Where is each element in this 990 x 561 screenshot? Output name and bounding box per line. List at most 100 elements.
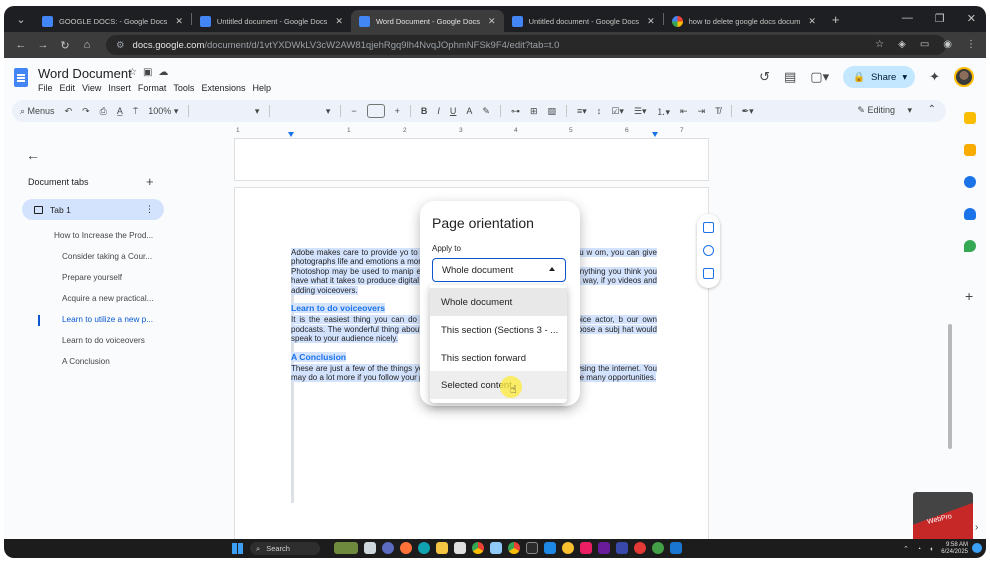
maps-icon[interactable] [964, 240, 976, 252]
menu-view[interactable]: View [82, 83, 101, 93]
restore-icon[interactable]: ❐ [935, 12, 945, 25]
increase-indent-icon[interactable]: ⇥ [698, 106, 706, 117]
font-size-input[interactable] [366, 104, 385, 118]
firefox-icon[interactable] [400, 542, 412, 554]
bold-icon[interactable]: B [421, 106, 428, 116]
outline-item[interactable]: Acquire a new practical... [62, 294, 153, 303]
outline-item[interactable]: Learn to utilize a new p... [62, 315, 153, 324]
emoji-app-icon[interactable] [562, 542, 574, 554]
outline-item[interactable]: How to Increase the Prod... [54, 231, 153, 240]
horizontal-ruler[interactable]: 1 1 2 3 4 5 6 7 [234, 127, 709, 139]
emoji-reaction-icon[interactable] [703, 245, 714, 256]
file-explorer-icon[interactable] [436, 542, 448, 554]
menu-extensions[interactable]: Extensions [201, 83, 245, 93]
undo-icon[interactable]: ↶ [65, 106, 73, 117]
paint-format-icon[interactable]: ⍑ [133, 106, 138, 117]
forward-icon[interactable]: → [34, 39, 52, 51]
contacts-icon[interactable] [964, 208, 976, 220]
keep-icon[interactable] [964, 144, 976, 156]
decrease-font-icon[interactable]: − [351, 106, 356, 116]
menu-format[interactable]: Format [138, 83, 167, 93]
increase-font-icon[interactable]: + [395, 106, 400, 116]
highlight-icon[interactable]: ✎ [482, 106, 490, 117]
checklist-icon[interactable]: ☑▾ [611, 106, 624, 117]
back-icon[interactable]: ← [12, 39, 30, 51]
underline-icon[interactable]: U [450, 106, 457, 116]
insert-image-icon[interactable]: ▨ [548, 106, 557, 117]
option-whole-document[interactable]: Whole document [430, 288, 567, 316]
add-comment-float-icon[interactable] [703, 222, 714, 233]
chrome-alt-icon[interactable] [508, 542, 520, 554]
menu-insert[interactable]: Insert [108, 83, 131, 93]
browser-tab-2[interactable]: Untitled document - Google Docs ✕ [192, 10, 351, 32]
start-button-icon[interactable] [232, 543, 243, 554]
add-addon-icon[interactable]: + [965, 288, 973, 304]
chrome-icon[interactable] [472, 542, 484, 554]
text-color-icon[interactable]: A [466, 106, 472, 116]
apply-to-select[interactable]: Whole document [432, 258, 566, 282]
photos-icon[interactable] [580, 542, 592, 554]
share-button[interactable]: 🔒 Share ▾ [843, 66, 916, 88]
add-comment-icon[interactable]: ⊞ [530, 106, 538, 117]
menu-kebab-icon[interactable]: ⋮ [966, 39, 976, 50]
bulleted-list-icon[interactable]: ☰▾ [634, 106, 647, 117]
option-this-section[interactable]: This section (Sections 3 - ... [430, 316, 567, 344]
new-tab-button[interactable]: + [832, 12, 840, 27]
edge-icon[interactable] [418, 542, 430, 554]
home-icon[interactable]: ⌂ [78, 39, 96, 51]
tab-options-icon[interactable]: ⋮ [145, 204, 154, 215]
tab-search-icon[interactable]: ⌄ [12, 13, 30, 26]
sidepanel-icon[interactable]: ▭ [920, 39, 929, 50]
search-menus[interactable]: ⌕ Menus [20, 106, 55, 117]
gemini-icon[interactable]: ✦ [929, 69, 940, 85]
close-tab-icon[interactable]: ✕ [335, 16, 343, 27]
wifi-icon[interactable]: ◔ [917, 546, 921, 553]
chevron-right-icon[interactable]: › [975, 522, 978, 533]
volume-icon[interactable]: ◖ [929, 546, 933, 553]
whatsapp-icon[interactable] [652, 542, 664, 554]
line-spacing-icon[interactable]: ↕ [597, 106, 602, 116]
move-folder-icon[interactable]: ▣ [143, 67, 158, 78]
font-select[interactable]: ▾ [280, 106, 331, 117]
close-tab-icon[interactable]: ✕ [808, 16, 816, 27]
star-icon[interactable]: ☆ [128, 67, 143, 78]
profile-icon[interactable]: ◉ [943, 39, 952, 50]
collapse-toolbar-icon[interactable]: ⌃ [928, 104, 936, 115]
editing-mode-select[interactable]: ✎ Editing ▾ [857, 105, 912, 116]
close-tab-icon[interactable]: ✕ [488, 16, 496, 27]
numbered-list-icon[interactable]: ⒈▾ [656, 105, 670, 118]
todo-icon[interactable] [616, 542, 628, 554]
reload-icon[interactable]: ↻ [56, 39, 74, 52]
option-this-section-forward[interactable]: This section forward [430, 344, 567, 372]
print-icon[interactable]: ⎙ [100, 106, 107, 117]
notepad-icon[interactable] [490, 542, 502, 554]
widgets-icon[interactable] [334, 542, 358, 554]
docs-logo-icon[interactable] [14, 68, 28, 87]
version-history-icon[interactable]: ↺ [759, 69, 770, 85]
browser-tab-5[interactable]: how to delete google docs docum ✕ [664, 10, 824, 32]
italic-icon[interactable]: I [437, 106, 440, 116]
tasks-icon[interactable] [964, 176, 976, 188]
close-tab-icon[interactable]: ✕ [647, 16, 655, 27]
browser-tab-4[interactable]: Untitled document - Google Docs ✕ [504, 10, 663, 32]
document-title[interactable]: Word Document [38, 66, 132, 81]
clock[interactable]: 9:58 AM 6/24/2025 [941, 542, 968, 556]
style-select[interactable]: ▾ [199, 106, 260, 117]
outline-item[interactable]: Learn to do voiceovers [62, 336, 145, 345]
outline-item[interactable]: Prepare yourself [62, 273, 122, 282]
redo-icon[interactable]: ↷ [82, 106, 90, 117]
mail-icon[interactable] [544, 542, 556, 554]
avatar[interactable] [954, 67, 974, 87]
outline-item[interactable]: A Conclusion [62, 357, 110, 366]
terminal-icon[interactable] [526, 542, 538, 554]
cloud-status-icon[interactable]: ☁ [158, 67, 174, 78]
record-icon[interactable] [634, 542, 646, 554]
close-tab-icon[interactable]: ✕ [175, 16, 183, 27]
spellcheck-icon[interactable]: A̲ [117, 106, 123, 116]
meet-icon[interactable]: ▢▾ [810, 69, 829, 85]
task-view-icon[interactable] [364, 542, 376, 554]
browser-tab-3[interactable]: Word Document - Google Docs ✕ [350, 10, 504, 32]
site-info-icon[interactable]: ⚙ [116, 40, 125, 51]
clear-formatting-icon[interactable]: T̸ [715, 106, 721, 116]
notification-badge-icon[interactable] [972, 543, 982, 553]
